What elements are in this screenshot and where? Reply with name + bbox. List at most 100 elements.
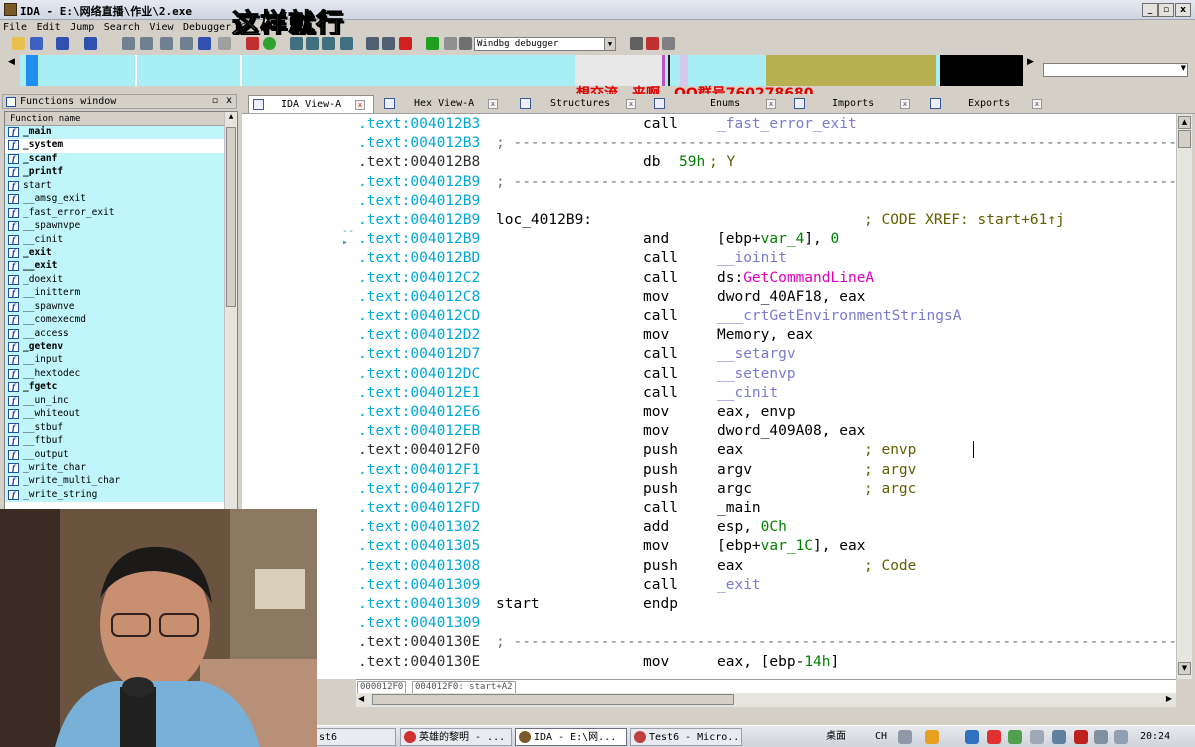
line-address[interactable]: .text:004012D7: [358, 345, 480, 364]
line-address[interactable]: .text:00401309: [358, 595, 480, 614]
struct-icon[interactable]: [306, 37, 319, 50]
chart-icon[interactable]: [322, 37, 335, 50]
scroll-right-icon[interactable]: ▶: [1166, 694, 1172, 703]
line-address[interactable]: .text:00401309: [358, 614, 480, 633]
xref-icon[interactable]: [366, 37, 379, 50]
line-address[interactable]: .text:004012F0: [358, 441, 480, 460]
menu-debugger[interactable]: Debugger: [180, 20, 234, 35]
code-comment[interactable]: ; argc: [864, 480, 916, 499]
menu-jump[interactable]: Jump: [67, 20, 97, 35]
function-list-item[interactable]: f __cinit: [5, 233, 224, 247]
scroll-left-icon[interactable]: ◀: [358, 694, 364, 703]
function-list-item[interactable]: f _main: [5, 126, 224, 140]
code-mnemonic[interactable]: push: [643, 557, 678, 576]
code-mnemonic[interactable]: call: [643, 384, 678, 403]
segment-icon[interactable]: [290, 37, 303, 50]
code-operand[interactable]: eax: [717, 557, 743, 576]
function-list-item[interactable]: f _write_char: [5, 461, 224, 476]
function-list-item[interactable]: f _scanf: [5, 152, 224, 167]
code-mnemonic[interactable]: call: [643, 499, 678, 518]
functions-list[interactable]: Function name f _main f _system f _scanf f _pri…: [4, 111, 238, 511]
code-comment[interactable]: ; Y: [709, 153, 735, 172]
chevron-down-icon[interactable]: ▼: [1181, 64, 1186, 72]
close-icon[interactable]: x: [900, 99, 910, 109]
code-mnemonic[interactable]: loc_4012B9:: [496, 211, 592, 230]
tab-enums[interactable]: Enums x: [650, 95, 782, 113]
tab-hex-view-a[interactable]: Hex View-A x: [380, 95, 510, 113]
minimize-button[interactable]: _: [1142, 3, 1158, 17]
forward-arrow-icon[interactable]: [84, 37, 97, 50]
code-mnemonic[interactable]: db: [643, 153, 660, 172]
menu-file[interactable]: File: [0, 20, 30, 35]
close-button[interactable]: x: [1175, 3, 1191, 17]
line-address[interactable]: .text:004012B8: [358, 153, 480, 172]
breakpoint-list-icon[interactable]: [630, 37, 643, 50]
line-address[interactable]: .text:004012F1: [358, 461, 480, 480]
save-icon[interactable]: [30, 37, 43, 50]
taskbar-item-ida[interactable]: IDA - E:\网...: [515, 728, 627, 746]
float-window-icon[interactable]: ▫: [212, 96, 218, 106]
function-list-item[interactable]: f __stbuf: [5, 421, 224, 436]
keyboard-icon[interactable]: [898, 730, 912, 744]
code-mnemonic[interactable]: call: [643, 576, 678, 595]
close-icon[interactable]: x: [488, 99, 498, 109]
line-address[interactable]: .text:0040130E: [358, 653, 480, 672]
code-operand[interactable]: esp, 0Ch: [717, 518, 787, 537]
code-operand[interactable]: ___crtGetEnvironmentStringsA: [717, 307, 961, 326]
tray-usb-icon[interactable]: [1094, 730, 1108, 744]
copy-icon[interactable]: [122, 37, 135, 50]
function-list-item[interactable]: f start: [5, 179, 224, 194]
tray-chat-icon[interactable]: [1030, 730, 1044, 744]
code-mnemonic[interactable]: push: [643, 480, 678, 499]
code-comment[interactable]: ; argv: [864, 461, 916, 480]
code-operand[interactable]: Memory, eax: [717, 326, 813, 345]
line-address[interactable]: .text:004012B9: [358, 211, 480, 230]
taskbar-item-visual-studio[interactable]: Test6 - Micro...: [630, 728, 742, 746]
tab-exports[interactable]: Exports x: [926, 95, 1046, 113]
trace-icon[interactable]: [662, 37, 675, 50]
close-icon[interactable]: x: [226, 95, 232, 106]
line-address[interactable]: .text:004012B9: [358, 192, 480, 211]
code-mnemonic[interactable]: mov: [643, 653, 669, 672]
desktop-toolbar-label[interactable]: 桌面: [826, 729, 846, 745]
open-file-icon[interactable]: [12, 37, 25, 50]
function-list-item[interactable]: f _fgetc: [5, 381, 224, 395]
line-address[interactable]: .text:00401309: [358, 576, 480, 595]
code-mnemonic[interactable]: mov: [643, 537, 669, 556]
line-address[interactable]: .text:004012E1: [358, 384, 480, 403]
disassembly-vscrollbar[interactable]: ▲ ▼: [1176, 114, 1192, 679]
code-operand[interactable]: _fast_error_exit: [717, 115, 857, 134]
back-arrow-icon[interactable]: [56, 37, 69, 50]
code-operand[interactable]: dword_40AF18, eax: [717, 288, 865, 307]
line-address[interactable]: .text:004012C8: [358, 288, 480, 307]
code-operand[interactable]: ds:GetCommandLineA: [717, 269, 874, 288]
line-address[interactable]: .text:004012B3: [358, 115, 480, 134]
line-address[interactable]: .text:00401305: [358, 537, 480, 556]
code-operand[interactable]: eax: [717, 441, 743, 460]
close-icon[interactable]: x: [1032, 99, 1042, 109]
taskbar-item-browser[interactable]: 英雄的黎明 - ...: [400, 728, 512, 746]
line-address[interactable]: .text:00401308: [358, 557, 480, 576]
code-operand[interactable]: __setargv: [717, 345, 796, 364]
close-icon[interactable]: x: [766, 99, 776, 109]
run-play-icon[interactable]: [426, 37, 439, 50]
function-list-item[interactable]: f _fast_error_exit: [5, 206, 224, 221]
functions-scrollbar[interactable]: ▲: [224, 112, 237, 510]
code-mnemonic[interactable]: call: [643, 269, 678, 288]
function-list-item[interactable]: f _system: [5, 139, 224, 153]
code-operand[interactable]: dword_409A08, eax: [717, 422, 865, 441]
line-address[interactable]: .text:004012E6: [358, 403, 480, 422]
code-comment[interactable]: ; Code: [864, 557, 916, 576]
navigation-bar[interactable]: [20, 55, 1023, 86]
scroll-up-icon[interactable]: ▲: [226, 113, 236, 125]
function-list-item[interactable]: f __output: [5, 448, 224, 462]
code-mnemonic[interactable]: mov: [643, 288, 669, 307]
close-icon[interactable]: x: [626, 99, 636, 109]
scroll-up-icon[interactable]: ▲: [1178, 116, 1191, 129]
function-list-item[interactable]: f _printf: [5, 166, 224, 180]
close-icon[interactable]: x: [355, 100, 365, 110]
code-operand[interactable]: _exit: [717, 576, 761, 595]
find-icon[interactable]: [160, 37, 173, 50]
tab-imports[interactable]: Imports x: [790, 95, 916, 113]
code-mnemonic[interactable]: push: [643, 461, 678, 480]
